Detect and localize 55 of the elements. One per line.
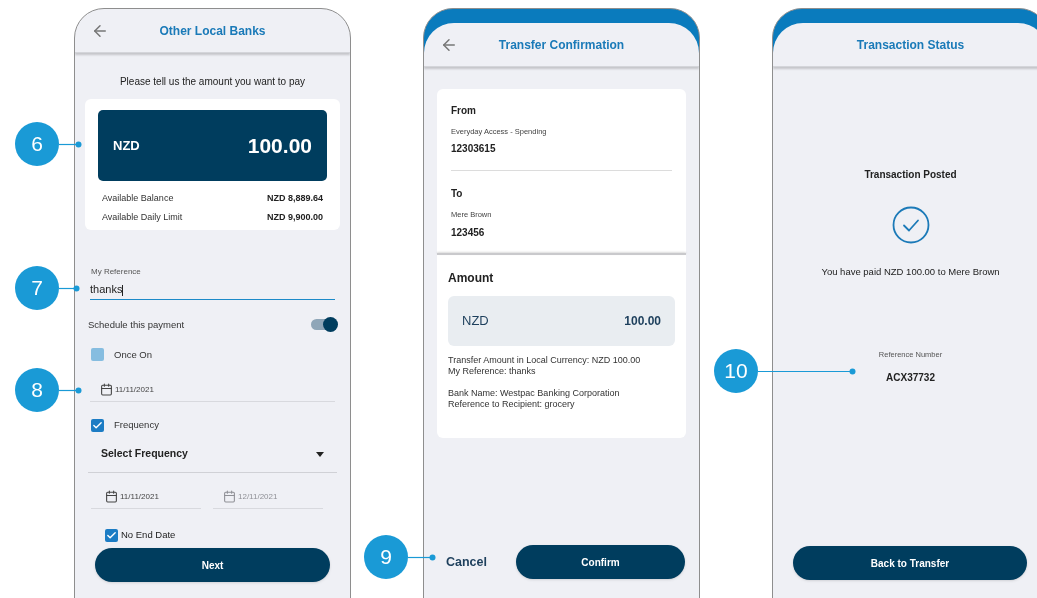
schedule-label: Schedule this payment bbox=[88, 317, 185, 332]
checkbox[interactable] bbox=[91, 348, 104, 362]
balance-label: Available Daily Limit bbox=[102, 210, 183, 224]
callout-marker: 7 bbox=[15, 266, 59, 310]
cancel-button[interactable]: Cancel bbox=[438, 552, 495, 572]
option-label: Once On bbox=[114, 347, 153, 362]
schedule-toggle[interactable] bbox=[311, 319, 335, 331]
detail-line: Reference to Recipient: grocery bbox=[448, 398, 576, 410]
callout-marker: 6 bbox=[15, 122, 59, 166]
date-field[interactable]: 11/11/2021 bbox=[90, 383, 335, 402]
detail-line: My Reference: thanks bbox=[448, 365, 537, 377]
currency-code: NZD bbox=[462, 311, 489, 330]
screen-title: Transfer Confirmation bbox=[498, 36, 625, 54]
detail-line: Transfer Amount in Local Currency: NZD 100.00 bbox=[448, 354, 642, 366]
back-to-transfer-button[interactable]: Back to Transfer bbox=[793, 546, 1027, 580]
detail-line: Bank Name: Westpac Banking Corporation bbox=[448, 387, 621, 399]
leader-line bbox=[408, 553, 436, 561]
calendar-icon bbox=[223, 490, 236, 503]
callout-marker: 10 bbox=[714, 349, 758, 393]
leader-line bbox=[59, 386, 82, 394]
check-circle-icon bbox=[891, 206, 930, 244]
checkbox[interactable] bbox=[91, 418, 104, 432]
calendar-icon bbox=[105, 490, 118, 503]
caret-icon bbox=[316, 451, 324, 457]
payment-message: You have paid NZD 100.00 to Mere Brown bbox=[821, 265, 1000, 279]
balance-label: Available Balance bbox=[102, 192, 174, 205]
date-field[interactable]: 11/11/2021 bbox=[91, 490, 201, 509]
amount-value[interactable]: 100.00 bbox=[247, 129, 312, 162]
reference-input[interactable]: thanks bbox=[90, 281, 335, 300]
status-heading: Transaction Posted bbox=[864, 168, 957, 182]
party-heading: To bbox=[451, 187, 464, 202]
screen-title: Transaction Status bbox=[856, 36, 965, 54]
account-number: 123456 bbox=[451, 225, 486, 240]
leader-line bbox=[59, 140, 82, 148]
confirm-button[interactable]: Confirm bbox=[516, 545, 685, 579]
currency-code: NZD bbox=[113, 136, 140, 155]
frequency-dropdown[interactable]: Select Frequency bbox=[88, 446, 337, 473]
next-button[interactable]: Next bbox=[95, 548, 330, 583]
amount-value: 100.00 bbox=[624, 312, 661, 330]
amount-prompt: Please tell us the amount you want to pay bbox=[118, 75, 307, 89]
balance-value: NZD 9,900.00 bbox=[266, 210, 323, 224]
calendar-icon bbox=[100, 383, 113, 396]
callout-marker: 8 bbox=[15, 368, 59, 412]
field-label: My Reference bbox=[91, 266, 142, 278]
option-label: No End Date bbox=[121, 528, 176, 542]
leader-line bbox=[59, 284, 80, 292]
option-label: Frequency bbox=[114, 418, 159, 432]
account-number: 12303615 bbox=[451, 142, 497, 157]
reference-number: ACX37732 bbox=[886, 370, 935, 385]
amount-heading: Amount bbox=[448, 269, 495, 287]
checkbox[interactable] bbox=[105, 528, 118, 542]
balance-value: NZD 8,889.64 bbox=[266, 192, 323, 205]
party-heading: From bbox=[451, 104, 477, 118]
callout-marker: 9 bbox=[364, 535, 408, 579]
screen-title: Other Local Banks bbox=[159, 22, 266, 40]
